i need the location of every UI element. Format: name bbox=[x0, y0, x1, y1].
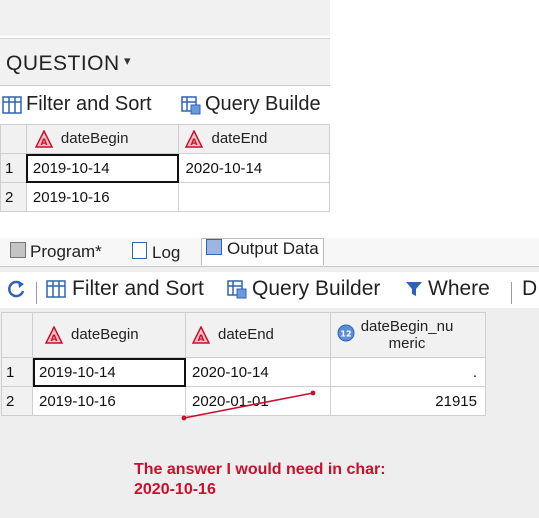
query-builder-button[interactable]: Query Builder bbox=[252, 277, 380, 301]
table-title: QUESTION bbox=[6, 52, 120, 75]
table-row[interactable]: 2 2019-10-16 bbox=[0, 182, 330, 212]
bottom-sas-window: Program* Log Output Data Filter and Sort… bbox=[0, 238, 539, 518]
program-icon bbox=[10, 242, 26, 258]
table-cell[interactable]: . bbox=[330, 357, 486, 387]
row-number-header bbox=[0, 124, 27, 154]
svg-text:A: A bbox=[191, 138, 198, 148]
column-label: dateEnd bbox=[211, 129, 268, 147]
table-cell[interactable] bbox=[178, 182, 330, 212]
row-number: 2 bbox=[1, 386, 33, 416]
table-row[interactable]: 1 2019-10-14 2020-10-14 . bbox=[1, 357, 486, 387]
column-header-datebegin-numeric[interactable]: 12 dateBegin_nu meric bbox=[330, 312, 486, 358]
table-cell[interactable]: 2019-10-14 bbox=[32, 357, 186, 387]
tab-label: Program* bbox=[30, 242, 102, 261]
table-row[interactable]: 2 2019-10-16 2020-01-01 21915 bbox=[1, 386, 486, 416]
tab-label: Output Data bbox=[227, 239, 319, 258]
tab-log[interactable]: Log bbox=[132, 242, 180, 263]
filter-sort-button[interactable]: Filter and Sort bbox=[72, 277, 204, 301]
top-sas-window: QUESTION ▾ Filter and Sort Query Builde … bbox=[0, 0, 330, 236]
table-cell[interactable]: 2020-10-14 bbox=[178, 153, 330, 183]
question-table: A dateBegin A dateEnd 1 2019-10-14 2020-… bbox=[0, 124, 330, 212]
window-strip bbox=[0, 0, 330, 36]
output-data-table: A dateBegin A dateEnd 12 dateBegin_nu me… bbox=[1, 312, 486, 416]
table-toolbar: Filter and Sort Query Builde bbox=[0, 88, 330, 122]
column-header-datebegin[interactable]: A dateBegin bbox=[32, 312, 186, 358]
filter-funnel-icon[interactable] bbox=[404, 279, 424, 299]
tab-program[interactable]: Program* bbox=[10, 242, 102, 262]
table-cell[interactable]: 2019-10-16 bbox=[25, 182, 180, 212]
character-column-icon: A bbox=[185, 130, 204, 148]
svg-text:12: 12 bbox=[340, 330, 351, 339]
tab-output-data[interactable]: Output Data bbox=[201, 238, 324, 265]
svg-text:A: A bbox=[51, 334, 58, 344]
row-number: 1 bbox=[0, 153, 27, 183]
column-label: dateBegin bbox=[60, 129, 129, 147]
column-header-datebegin[interactable]: A dateBegin bbox=[25, 124, 180, 154]
tab-bar: Program* Log Output Data bbox=[0, 238, 539, 267]
numeric-column-icon: 12 bbox=[337, 324, 355, 346]
column-label: dateBegin bbox=[71, 325, 139, 343]
more-toolbar-button[interactable]: D bbox=[522, 277, 537, 301]
row-number-header bbox=[1, 312, 33, 358]
table-cell[interactable]: 2019-10-14 bbox=[25, 153, 180, 183]
table-cell[interactable]: 2019-10-16 bbox=[32, 386, 186, 416]
table-row[interactable]: 1 2019-10-14 2020-10-14 bbox=[0, 153, 330, 183]
filter-sort-button[interactable]: Filter and Sort bbox=[26, 93, 152, 116]
filter-sort-icon[interactable] bbox=[2, 95, 22, 115]
output-data-icon bbox=[206, 239, 222, 255]
refresh-icon[interactable] bbox=[6, 279, 26, 299]
character-column-icon: A bbox=[192, 326, 210, 344]
annotation-line: The answer I would need in char: bbox=[134, 461, 386, 478]
annotation-line: 2020-10-16 bbox=[134, 481, 216, 498]
column-label: dateBegin_nu meric bbox=[360, 318, 454, 352]
query-builder-button[interactable]: Query Builde bbox=[205, 93, 321, 116]
toolbar-separator bbox=[511, 282, 512, 304]
column-header-dateend[interactable]: A dateEnd bbox=[185, 312, 331, 358]
row-number: 1 bbox=[1, 357, 33, 387]
table-cell[interactable]: 2020-10-14 bbox=[185, 357, 331, 387]
character-column-icon: A bbox=[34, 130, 53, 148]
table-title-bar[interactable]: QUESTION ▾ bbox=[0, 38, 330, 86]
row-number: 2 bbox=[0, 182, 27, 212]
query-builder-icon[interactable] bbox=[227, 279, 247, 299]
table-header-row: A dateBegin A dateEnd 12 dateBegin_nu me… bbox=[1, 312, 486, 358]
column-label: dateEnd bbox=[218, 325, 274, 343]
character-column-icon: A bbox=[45, 326, 63, 344]
table-cell[interactable]: 2020-01-01 bbox=[185, 386, 331, 416]
table-toolbar: Filter and Sort Query Builder Where D bbox=[0, 272, 539, 308]
table-header-row: A dateBegin A dateEnd bbox=[0, 124, 330, 154]
query-builder-icon[interactable] bbox=[181, 95, 201, 115]
chevron-down-icon[interactable]: ▾ bbox=[124, 53, 131, 69]
table-cell[interactable]: 21915 bbox=[330, 386, 486, 416]
where-button[interactable]: Where bbox=[428, 277, 490, 301]
svg-text:A: A bbox=[198, 334, 205, 344]
column-header-dateend[interactable]: A dateEnd bbox=[178, 124, 330, 154]
svg-text:A: A bbox=[40, 138, 47, 148]
log-icon bbox=[132, 242, 147, 259]
toolbar-separator bbox=[36, 282, 37, 304]
annotation-text: The answer I would need in char: 2020-10… bbox=[134, 460, 386, 500]
filter-sort-icon[interactable] bbox=[46, 279, 66, 299]
tab-label: Log bbox=[152, 243, 181, 262]
